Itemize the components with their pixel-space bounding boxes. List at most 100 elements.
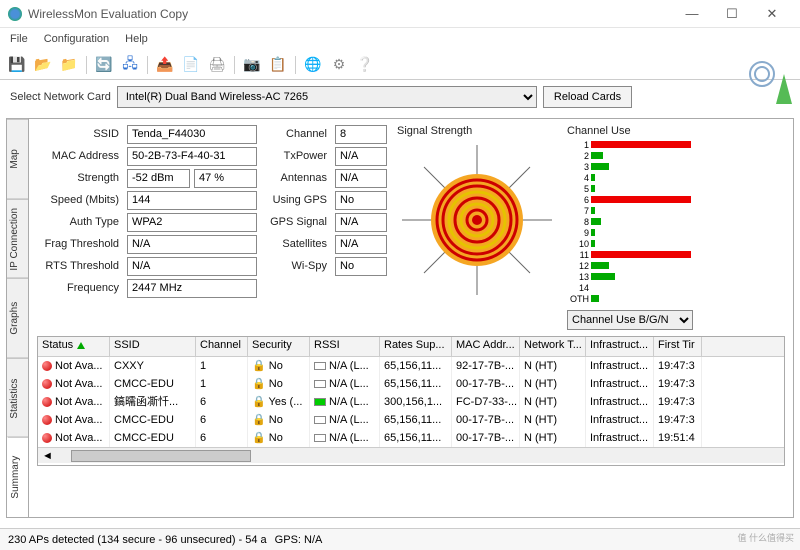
network-card-row: Select Network Card Intel(R) Dual Band W…	[0, 80, 800, 114]
close-button[interactable]: ✕	[752, 0, 792, 28]
print-icon[interactable]: 🖨	[206, 54, 228, 76]
grid-header-cell[interactable]: Status	[38, 337, 110, 356]
network-card-select[interactable]: Intel(R) Dual Band Wireless-AC 7265	[117, 86, 537, 108]
speed-value: 144	[127, 191, 257, 210]
clipboard-icon[interactable]: 📋	[267, 54, 289, 76]
channel-bar: 11	[567, 249, 697, 260]
txpower-label: TxPower	[267, 147, 331, 166]
channel-bar: 10	[567, 238, 697, 249]
rts-value: N/A	[127, 257, 257, 276]
gps-label: Using GPS	[267, 191, 331, 210]
channel-bar: 13	[567, 271, 697, 282]
networks-grid[interactable]: StatusSSIDChannelSecurityRSSIRates Sup..…	[37, 336, 785, 466]
channel-bar: OTH	[567, 293, 697, 304]
toolbar: 💾 📂 📁 🔄 🖧 📤 📄 🖨 📷 📋 🌐 ⚙ ❔	[0, 50, 800, 80]
speed-label: Speed (Mbits)	[37, 191, 123, 210]
channel-bar: 4	[567, 172, 697, 183]
channel-value: 8	[335, 125, 387, 144]
table-row[interactable]: Not Ava...CMCC-EDU6🔒 NoN/A (L...65,156,1…	[38, 429, 784, 447]
grid-header-cell[interactable]: Network T...	[520, 337, 586, 356]
mac-label: MAC Address	[37, 147, 123, 166]
tab-map[interactable]: Map	[7, 119, 28, 199]
menu-file[interactable]: File	[10, 33, 28, 45]
network-card-label: Select Network Card	[10, 91, 111, 103]
auth-value: WPA2	[127, 213, 257, 232]
status-gps: GPS: N/A	[275, 534, 323, 546]
grid-header-cell[interactable]: RSSI	[310, 337, 380, 356]
channel-use-title: Channel Use	[567, 125, 697, 137]
txpower-value: N/A	[335, 147, 387, 166]
grid-header-cell[interactable]: First Tir	[654, 337, 702, 356]
antennas-value: N/A	[335, 169, 387, 188]
snapshot-icon[interactable]: 📷	[241, 54, 263, 76]
grid-header-cell[interactable]: Infrastruct...	[586, 337, 654, 356]
mac-value: 50-2B-73-F4-40-31	[127, 147, 257, 166]
grid-header[interactable]: StatusSSIDChannelSecurityRSSIRates Sup..…	[38, 337, 784, 357]
channel-bar: 14	[567, 282, 697, 293]
refresh-icon[interactable]: 🔄	[93, 54, 115, 76]
grid-header-cell[interactable]: Security	[248, 337, 310, 356]
grid-header-cell[interactable]: Channel	[196, 337, 248, 356]
strength-db-value: -52 dBm	[127, 169, 190, 188]
ssid-value: Tenda_F44030	[127, 125, 257, 144]
tab-summary[interactable]: Summary	[7, 437, 28, 517]
gps-value: No	[335, 191, 387, 210]
menu-help[interactable]: Help	[125, 33, 148, 45]
gpssignal-value: N/A	[335, 213, 387, 232]
table-row[interactable]: Not Ava...CXXY1🔒 NoN/A (L...65,156,11...…	[38, 357, 784, 375]
freq-label: Frequency	[37, 279, 123, 298]
table-row[interactable]: Not Ava...CMCC-EDU1🔒 NoN/A (L...65,156,1…	[38, 375, 784, 393]
minimize-button[interactable]: —	[672, 0, 712, 28]
export-icon[interactable]: 📤	[154, 54, 176, 76]
strength-label: Strength	[37, 169, 123, 188]
menubar: File Configuration Help	[0, 28, 800, 50]
settings-icon[interactable]: ⚙	[328, 54, 350, 76]
menu-configuration[interactable]: Configuration	[44, 33, 109, 45]
antenna-icon	[748, 60, 792, 104]
field-column-2: Channel8 TxPowerN/A AntennasN/A Using GP…	[267, 125, 387, 330]
table-row[interactable]: Not Ava...CMCC-EDU6🔒 NoN/A (L...65,156,1…	[38, 411, 784, 429]
grid-header-cell[interactable]: MAC Addr...	[452, 337, 520, 356]
wispy-label: Wi-Spy	[267, 257, 331, 276]
channel-bar: 6	[567, 194, 697, 205]
reload-cards-button[interactable]: Reload Cards	[543, 86, 632, 108]
frag-value: N/A	[127, 235, 257, 254]
maximize-button[interactable]: ☐	[712, 0, 752, 28]
frag-label: Frag Threshold	[37, 235, 123, 254]
auth-label: Auth Type	[37, 213, 123, 232]
folder-icon[interactable]: 📁	[58, 54, 80, 76]
channel-bar: 3	[567, 161, 697, 172]
window-title: WirelessMon Evaluation Copy	[28, 7, 672, 21]
help-icon[interactable]: ❔	[354, 54, 376, 76]
gps-icon[interactable]: 🌐	[302, 54, 324, 76]
signal-title: Signal Strength	[397, 125, 557, 137]
grid-header-cell[interactable]: Rates Sup...	[380, 337, 452, 356]
gpssignal-label: GPS Signal	[267, 213, 331, 232]
satellites-value: N/A	[335, 235, 387, 254]
channel-bar: 9	[567, 227, 697, 238]
tab-statistics[interactable]: Statistics	[7, 358, 28, 438]
titlebar: WirelessMon Evaluation Copy — ☐ ✕	[0, 0, 800, 28]
channel-bar: 12	[567, 260, 697, 271]
antennas-label: Antennas	[267, 169, 331, 188]
tab-graphs[interactable]: Graphs	[7, 278, 28, 358]
log-icon[interactable]: 📄	[180, 54, 202, 76]
rts-label: RTS Threshold	[37, 257, 123, 276]
channel-label: Channel	[267, 125, 331, 144]
grid-header-cell[interactable]: SSID	[110, 337, 196, 356]
status-bar: 230 APs detected (134 secure - 96 unsecu…	[0, 528, 800, 550]
save-icon[interactable]: 💾	[6, 54, 28, 76]
table-row[interactable]: Not Ava...鎬曘函凘忏...6🔒 Yes (...N/A (L...30…	[38, 393, 784, 411]
status-aps: 230 APs detected (134 secure - 96 unsecu…	[8, 534, 267, 546]
channel-bar: 1	[567, 139, 697, 150]
field-column-1: SSIDTenda_F44030 MAC Address50-2B-73-F4-…	[37, 125, 257, 330]
channel-use-select[interactable]: Channel Use B/G/N	[567, 310, 693, 330]
grid-horizontal-scrollbar[interactable]: ◄	[38, 447, 784, 463]
open-icon[interactable]: 📂	[32, 54, 54, 76]
satellites-label: Satellites	[267, 235, 331, 254]
tab-ip[interactable]: IP Connection	[7, 199, 28, 279]
channel-use-panel: Channel Use 1234567891011121314OTH Chann…	[567, 125, 697, 330]
signal-radar	[402, 145, 552, 295]
channel-bar: 8	[567, 216, 697, 227]
adapter-icon[interactable]: 🖧	[119, 54, 141, 76]
